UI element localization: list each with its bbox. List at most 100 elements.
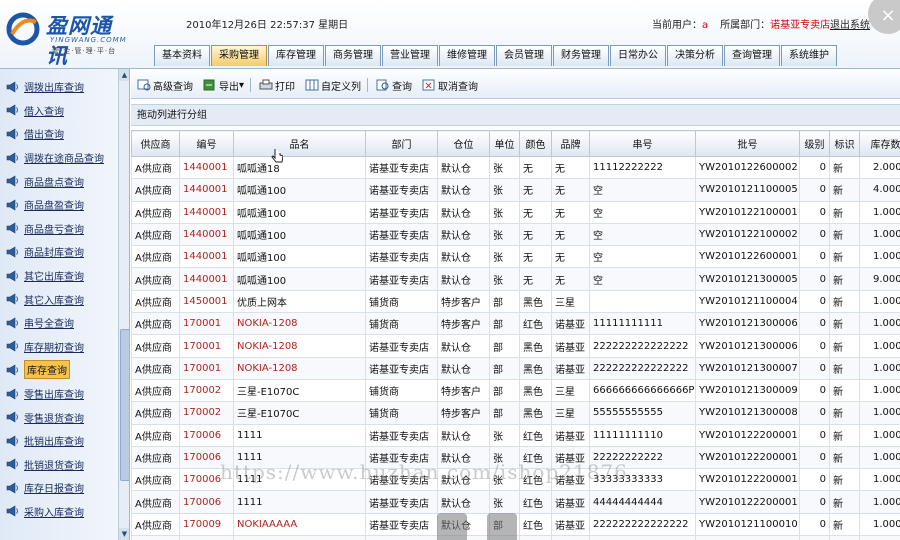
table-cell: 诺基亚: [551, 312, 590, 336]
floating-edit-icon[interactable]: [487, 513, 517, 540]
sidebar-item[interactable]: 借入查询: [0, 99, 118, 123]
table-cell: 三星: [551, 401, 590, 425]
table-cell: NOKIA-1208: [233, 356, 366, 380]
group-by-bar[interactable]: 拖动列进行分组: [131, 104, 900, 126]
table-row[interactable]: A供应商 170002 三星-E1070C 铺货商 特步客户部黑色 三星 666666666…: [131, 378, 900, 403]
nav-tab[interactable]: 财务管理: [553, 45, 609, 66]
table-cell: 部: [489, 334, 520, 358]
nav-tab[interactable]: 会员管理: [496, 45, 552, 66]
sidebar-item[interactable]: 库存期初查询: [0, 335, 118, 359]
table-cell: 11111111110: [589, 423, 696, 447]
nav-tab[interactable]: 基本资料: [154, 45, 210, 66]
scroll-up-icon[interactable]: ▲: [119, 69, 129, 81]
query-button[interactable]: 查询: [376, 78, 412, 93]
table-row[interactable]: A供应商 170006 1111 诺基亚专卖店 默认仓张红色 诺基亚 44444444444…: [131, 490, 900, 514]
table-cell: 诺基亚专卖店: [365, 245, 438, 269]
table-row[interactable]: A供应商 170001 NOKIA-1208 铺货商 特步客户部红色 诺基亚 1111111…: [131, 312, 900, 336]
table-row[interactable]: A供应商 1440001 呱呱通100 诺基亚专卖店 默认仓张无无空 YW20101211…: [131, 178, 900, 202]
table-cell: 170001: [179, 312, 234, 336]
table-cell: 0: [799, 245, 830, 269]
logout-link[interactable]: 退出系统: [830, 16, 870, 31]
table-row[interactable]: A供应商 1440001 呱呱通18 诺基亚专卖店 默认仓张无无 11112222222 Y…: [131, 155, 900, 180]
table-row[interactable]: A供应商 170001 NOKIA-1208 诺基亚专卖店 默认仓部黑色 诺基亚 22222…: [131, 356, 900, 380]
column-header[interactable]: 供应商: [131, 130, 180, 157]
export-dropdown-icon[interactable]: ▾: [239, 80, 244, 91]
table-row[interactable]: A供应商 1440001 呱呱通100 诺基亚专卖店 默认仓张无无空 YW20101221…: [131, 222, 900, 247]
table-row[interactable]: A供应商 170006 1111 诺基亚专卖店 默认仓张红色 诺基亚 11111111110…: [131, 423, 900, 447]
sidebar-item[interactable]: 其它入库查询: [0, 287, 118, 311]
column-header[interactable]: 品名: [233, 130, 366, 157]
column-header[interactable]: 编号: [179, 130, 234, 157]
column-header[interactable]: 颜色: [519, 130, 552, 157]
speaker-icon: [6, 458, 18, 470]
column-header[interactable]: 级别: [799, 130, 830, 157]
table-row[interactable]: A供应商 1440001 呱呱通100 诺基亚专卖店 默认仓张无无空 YW20101221…: [131, 200, 900, 224]
close-icon[interactable]: ×: [868, 0, 900, 34]
speaker-icon: [6, 199, 18, 211]
table-cell: 0: [799, 267, 830, 291]
column-header[interactable]: 库存数: [859, 130, 900, 157]
table-cell: 默认仓: [437, 356, 490, 380]
table-row[interactable]: A供应商 1440001 呱呱通100 诺基亚专卖店 默认仓张无无空 YW20101226…: [131, 245, 900, 269]
sidebar-item[interactable]: 零售出库查询: [0, 382, 118, 406]
sidebar-item[interactable]: 商品盘亏查询: [0, 217, 118, 241]
sidebar-item[interactable]: 商品盘盈查询: [0, 193, 118, 217]
column-header[interactable]: 仓位: [437, 130, 490, 157]
table-cell: 11112222222: [589, 155, 696, 180]
table-cell: 默认仓: [437, 222, 490, 247]
table-cell: 1.0000: [859, 222, 900, 247]
sidebar-item[interactable]: 串号全查询: [0, 311, 118, 335]
column-header[interactable]: 部门: [365, 130, 438, 157]
sidebar-item[interactable]: 批销退货查询: [0, 453, 118, 477]
table-cell: 1.0000: [859, 334, 900, 358]
column-header[interactable]: 单位: [489, 130, 520, 157]
table-row[interactable]: A供应商 1440001 呱呱通100 诺基亚专卖店 默认仓张无无空 YW20101213…: [131, 267, 900, 291]
sidebar-item[interactable]: 其它出库查询: [0, 264, 118, 288]
nav-tab[interactable]: 查询管理: [724, 45, 780, 66]
sidebar-item[interactable]: 商品封库查询: [0, 240, 118, 264]
sidebar-item[interactable]: 批销出库查询: [0, 429, 118, 453]
sidebar-item[interactable]: 商品盘点查询: [0, 169, 118, 193]
nav-tab[interactable]: 商务管理: [325, 45, 381, 66]
sidebar-item[interactable]: 零售退货查询: [0, 405, 118, 429]
table-cell: 红色: [519, 535, 552, 540]
cancel-query-button[interactable]: 取消查询: [422, 78, 478, 93]
nav-tab[interactable]: 营业管理: [382, 45, 438, 66]
column-header[interactable]: 品牌: [551, 130, 590, 157]
column-header[interactable]: 批号: [695, 130, 800, 157]
advanced-query-button[interactable]: 高级查询: [137, 78, 193, 93]
nav-tab[interactable]: 系统维护: [781, 45, 837, 66]
sidebar-item[interactable]: 库存查询: [0, 358, 118, 382]
nav-tab[interactable]: 维修管理: [439, 45, 495, 66]
column-header[interactable]: 串号: [589, 130, 696, 157]
table-row[interactable]: A供应商 170001 NOKIA-1208 诺基亚专卖店 默认仓部黑色 诺基亚 22222…: [131, 334, 900, 358]
table-row[interactable]: A供应商 170002 三星-E1070C 铺货商 特步客户部黑色 三星 555555555…: [131, 401, 900, 425]
table-cell: 1.0000: [859, 535, 900, 540]
export-button[interactable]: 导出 ▾: [203, 78, 244, 93]
sidebar-item[interactable]: 库存日报查询: [0, 476, 118, 500]
sidebar-scrollbar[interactable]: ▲ ▼: [118, 69, 129, 540]
custom-columns-button[interactable]: 自定义列: [305, 78, 361, 93]
sidebar-item[interactable]: 借出查询: [0, 122, 118, 146]
table-cell: [589, 289, 696, 314]
query-label: 查询: [392, 81, 413, 93]
nav-tab[interactable]: 采购管理: [211, 45, 267, 66]
scroll-thumb[interactable]: [120, 329, 129, 481]
table-cell: YW2010121300006: [695, 312, 800, 336]
floating-copy-icon[interactable]: [437, 513, 467, 540]
table-cell: 2.0000: [859, 155, 900, 180]
sidebar-item[interactable]: 采购入库查询: [0, 500, 118, 524]
table-cell: 呱呱通100: [233, 178, 366, 202]
print-button[interactable]: 打印: [259, 78, 295, 93]
scroll-down-icon[interactable]: ▼: [119, 528, 129, 540]
export-label: 导出: [219, 81, 239, 93]
column-header[interactable]: 标识: [829, 130, 860, 157]
sidebar-item[interactable]: 调拨出库查询: [0, 75, 118, 99]
table-cell: 无: [519, 245, 552, 269]
table-row[interactable]: A供应商 1450001 优质上网本 铺货商 特步客户部黑色 三星 YW2010121100…: [131, 289, 900, 314]
nav-tab[interactable]: 库存管理: [268, 45, 324, 66]
nav-tab[interactable]: 决策分析: [667, 45, 723, 66]
table-cell: 新: [829, 155, 860, 180]
sidebar-item[interactable]: 调拨在途商品查询: [0, 146, 118, 170]
nav-tab[interactable]: 日常办公: [610, 45, 666, 66]
